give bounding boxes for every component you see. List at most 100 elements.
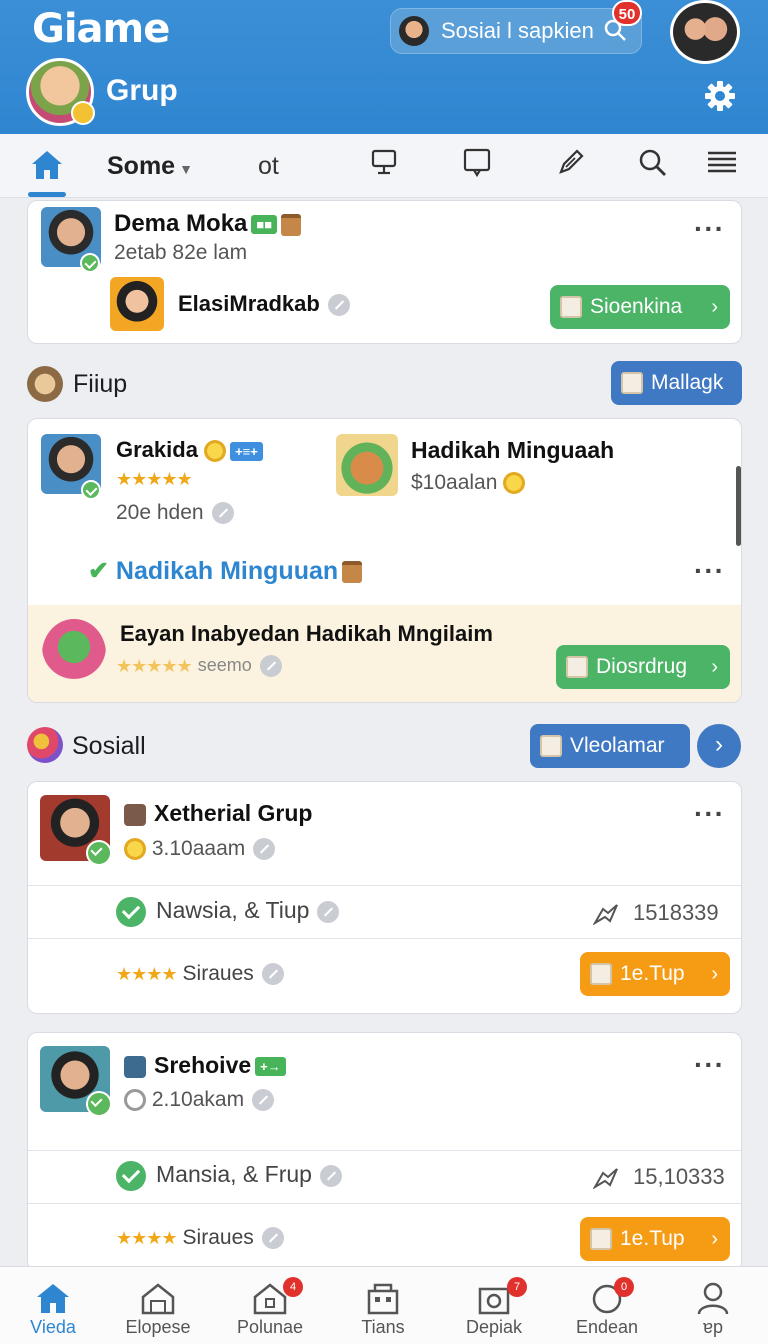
monitor-icon[interactable] [368,146,400,178]
post-card[interactable]: Grakida +≡+ ★★★★★ 20e hden Hadikah Mingu… [27,418,742,703]
nav-item-elopese[interactable]: Elopese [103,1267,213,1344]
post-card[interactable]: Xetherial Grup 3.10aaam ··· Nawsia, & Ti… [27,781,742,1014]
app-header: Giame Grup Sosiai l sapkien 50 [0,0,768,134]
post-card[interactable]: Srehoive +→ 2.10akam ··· Mansia, & Frup 1… [27,1032,742,1272]
chevron-right-icon: › [711,295,718,318]
group-thumb-icon [124,1055,146,1078]
group-label[interactable]: Grup [106,74,178,108]
group-name[interactable]: Srehoive [154,1052,251,1078]
chevron-down-icon: ▼ [179,161,193,177]
app-title: Giame [32,6,170,52]
row-label[interactable]: Nawsia, & Tiup [156,897,309,923]
search-icon[interactable] [636,146,668,178]
join-group-button[interactable]: 1e.Tup › [580,952,730,996]
badge-icon: ■■ [251,215,278,235]
chevron-right-icon: › [711,655,718,678]
sub-user-avatar[interactable] [110,277,164,331]
button-label: Vleolamar [570,734,665,757]
box-icon [560,296,582,318]
coin-icon [71,101,95,125]
check-circle-icon [116,897,146,927]
row-label: Siraues [182,1226,254,1249]
menu-icon[interactable] [706,146,738,178]
primary-action-button[interactable]: Sioenkina › [550,285,730,329]
link-icon [211,502,234,525]
join-group-button[interactable]: 1e.Tup › [580,1217,730,1261]
nav-item-tians[interactable]: Tians [328,1267,438,1344]
promo-banner[interactable]: Eayan Inabyedan Hadikah Mngilaim ★★★★★ se… [28,605,741,702]
section-sosiall-button[interactable]: Vleolamar [530,724,690,768]
social-search-bar[interactable]: Sosiai l sapkien [390,8,642,54]
rating-stars: ★★★★★ [116,469,198,490]
link-icon [253,838,276,861]
active-tab-indicator [28,192,66,197]
chevron-right-icon: › [711,1227,718,1250]
chat-icon[interactable] [461,146,493,178]
group-name[interactable]: Xetherial Grup [154,800,312,826]
game-name[interactable]: Hadikah Minguaah [411,437,614,464]
share-icon[interactable] [593,1167,619,1190]
pen-icon[interactable] [555,146,587,178]
row-label[interactable]: Mansia, & Frup [156,1161,312,1187]
box-icon [621,372,643,394]
button-label: 1e.Tup [620,962,685,985]
chevron-right-icon[interactable]: › [697,724,741,768]
home-icon [37,1284,69,1313]
more-options-icon[interactable]: ··· [694,1049,725,1081]
profile-avatar[interactable] [670,0,740,64]
coin-icon [124,838,146,861]
nav-label: Tians [361,1317,405,1337]
chevron-right-icon: › [711,962,718,985]
nav-item-endean[interactable]: 0 Endean [552,1267,662,1344]
game-avatar[interactable] [336,434,398,496]
tab-some[interactable]: Some ▼ [107,152,193,181]
nav-badge: 0 [614,1277,634,1297]
sub-user-name[interactable]: ElasiMradkab [178,291,320,316]
divider [28,885,741,886]
post-meta: 2etab 82e lam [114,241,248,264]
notification-badge[interactable]: 50 [612,0,642,26]
share-icon[interactable] [593,903,619,926]
tab-ot[interactable]: ot [258,152,279,181]
tab-some-label: Some [107,152,176,180]
link-icon [259,655,282,678]
user-name[interactable]: Dema Moka [114,210,247,237]
button-label: Mallagk [651,371,724,394]
nav-item-depiak[interactable]: 7 Depiak [439,1267,549,1344]
search-text: Sosiai l sapkien [441,18,594,43]
gear-icon[interactable] [704,80,736,112]
promo-action-button[interactable]: Diosrdrug › [556,645,730,689]
more-options-icon[interactable]: ··· [694,798,725,830]
check-icon: ✔ [88,557,109,585]
nav-label: Vieda [30,1317,76,1337]
nav-item-polunae[interactable]: 4 Polunae [215,1267,325,1344]
divider [28,1150,741,1151]
bag-icon [281,213,302,236]
share-count: 15,10333 [633,1164,725,1189]
scrollbar[interactable] [736,466,741,546]
more-options-icon[interactable]: ··· [694,555,725,587]
section-title-fiiup: Fiiup [73,370,128,398]
headline[interactable]: Nadikah Minguuan [116,557,338,585]
post-card[interactable]: Dema Moka ■■ 2etab 82e lam ··· ElasiMradk… [27,200,742,344]
coin-icon [503,472,526,495]
home-icon[interactable] [28,146,66,184]
clock-icon [124,1089,146,1112]
verified-icon [80,253,100,273]
nav-item-vieda[interactable]: Vieda [0,1267,108,1344]
more-options-icon[interactable]: ··· [694,213,725,245]
section-fiiup-button[interactable]: Mallagk [611,361,742,405]
house-icon [141,1283,175,1315]
button-label: Diosrdrug [596,655,688,678]
post-meta: 20e hden [116,501,204,524]
nav-label: Polunae [236,1317,304,1337]
link-icon [261,963,284,986]
coin-icon [204,440,227,463]
store-icon [367,1283,399,1315]
button-label: 1e.Tup [620,1227,685,1250]
mascot-icon [42,619,106,689]
group-avatar[interactable] [26,58,95,126]
star-icon: ★★★★ [116,963,178,984]
nav-item-profile[interactable]: ɐp [658,1267,768,1344]
user-name[interactable]: Grakida [116,437,198,462]
